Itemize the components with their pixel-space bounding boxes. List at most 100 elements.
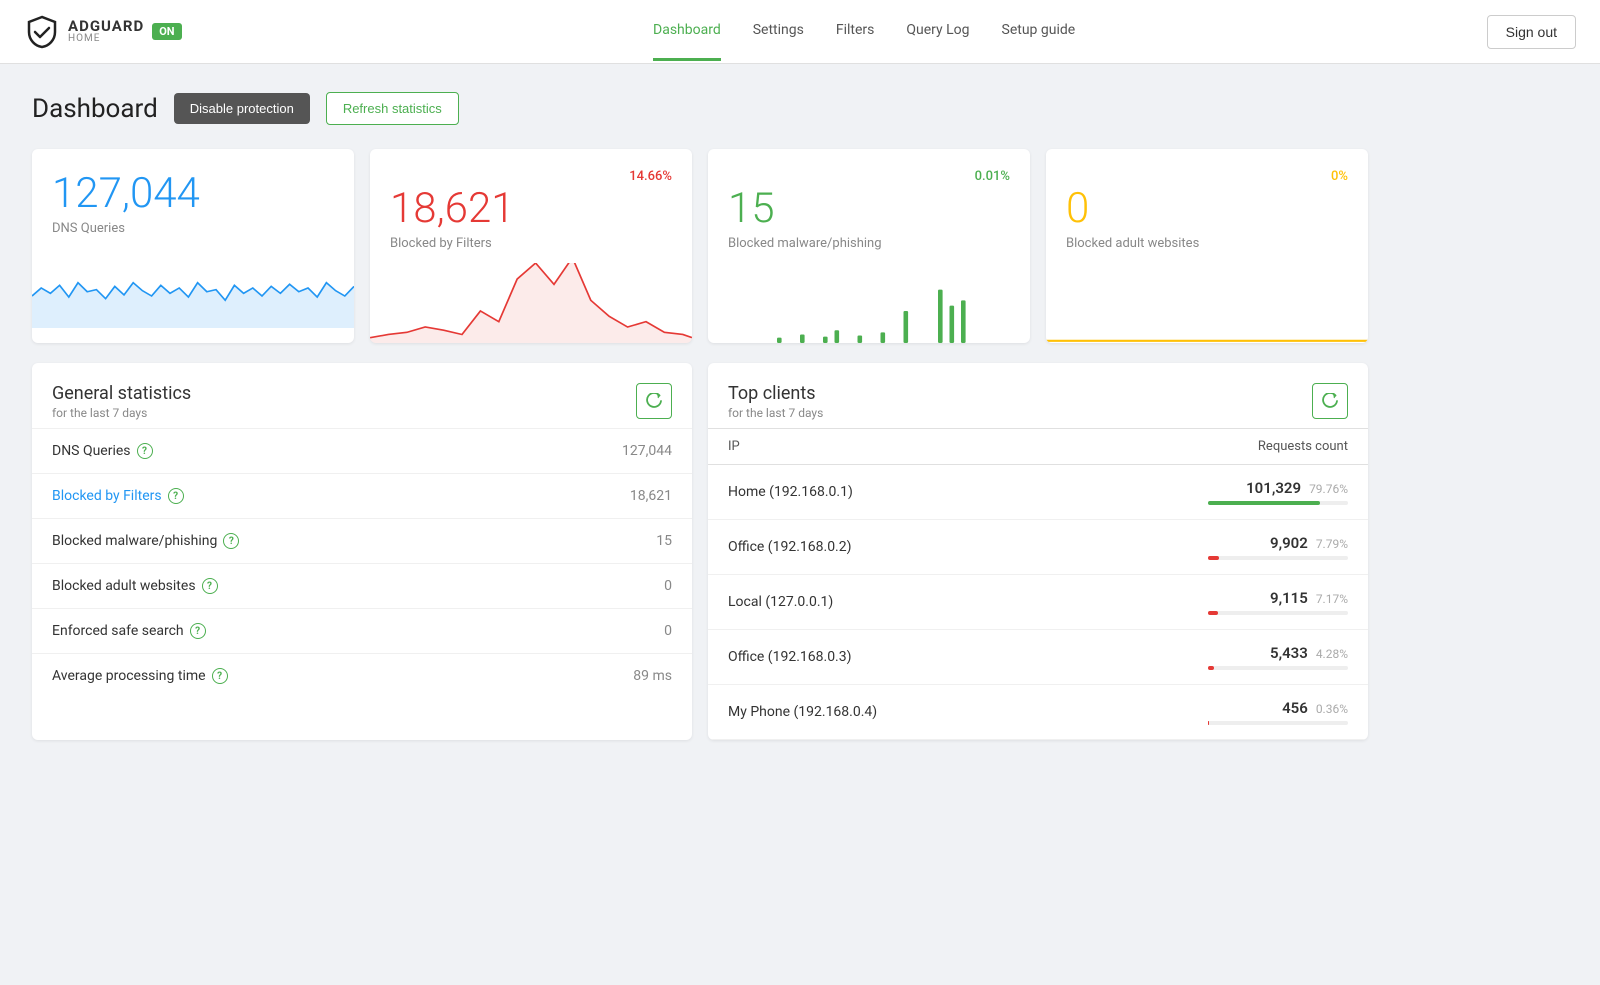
col-ip: IP	[728, 439, 1038, 454]
top-clients-subtitle: for the last 7 days	[728, 406, 823, 420]
client-bar	[1208, 556, 1219, 560]
stats-row-label: Blocked malware/phishing ?	[52, 533, 239, 549]
refresh-icon	[1322, 393, 1338, 409]
stat-percent: 0.01%	[975, 169, 1010, 184]
top-clients-header: Top clients for the last 7 days	[708, 363, 1368, 428]
page-title: Dashboard	[32, 94, 158, 124]
stats-row: Enforced safe search ? 0	[32, 608, 692, 653]
general-stats-title: General statistics	[52, 383, 191, 404]
client-name: Home (192.168.0.1)	[728, 484, 1038, 500]
stats-row-label: DNS Queries ?	[52, 443, 153, 459]
nav-filters[interactable]: Filters	[836, 2, 875, 61]
client-bar-wrap	[1208, 611, 1348, 615]
stat-card-malware: 0.01% 15 Blocked malware/phishing	[708, 149, 1030, 343]
client-row: My Phone (192.168.0.4) 456 0.36%	[708, 685, 1368, 740]
stat-chart-svg	[1046, 263, 1368, 343]
client-right: 456 0.36%	[1038, 699, 1348, 725]
stats-row-value: 0	[664, 623, 672, 639]
client-pct: 4.28%	[1316, 647, 1348, 661]
general-stats-refresh-button[interactable]	[636, 383, 672, 419]
main-content: Dashboard Disable protection Refresh sta…	[0, 64, 1400, 768]
stat-label: Blocked malware/phishing	[728, 236, 1010, 251]
client-right: 101,329 79.76%	[1038, 479, 1348, 505]
clients-table: IP Requests count Home (192.168.0.1) 101…	[708, 428, 1368, 740]
stat-chart	[32, 248, 354, 343]
stat-chart-svg	[708, 263, 1030, 343]
client-bar	[1208, 721, 1209, 725]
nav-query-log[interactable]: Query Log	[906, 2, 969, 61]
stats-row-value: 89 ms	[633, 668, 672, 684]
client-bar-wrap	[1208, 556, 1348, 560]
help-icon[interactable]: ?	[223, 533, 239, 549]
stats-row-label: Average processing time ?	[52, 668, 228, 684]
client-row: Home (192.168.0.1) 101,329 79.76%	[708, 465, 1368, 520]
top-clients-refresh-button[interactable]	[1312, 383, 1348, 419]
client-row: Office (192.168.0.3) 5,433 4.28%	[708, 630, 1368, 685]
client-right: 5,433 4.28%	[1038, 644, 1348, 670]
client-pct: 0.36%	[1316, 702, 1348, 716]
client-bar	[1208, 611, 1218, 615]
disable-protection-button[interactable]: Disable protection	[174, 93, 310, 124]
refresh-statistics-button[interactable]: Refresh statistics	[326, 92, 459, 125]
stat-card-blocked: 14.66% 18,621 Blocked by Filters	[370, 149, 692, 343]
client-bar-wrap	[1208, 501, 1348, 505]
client-name: My Phone (192.168.0.4)	[728, 704, 1038, 720]
client-count-row: 5,433 4.28%	[1270, 644, 1348, 662]
stats-row: DNS Queries ? 127,044	[32, 428, 692, 473]
help-icon[interactable]: ?	[168, 488, 184, 504]
bottom-row: General statistics for the last 7 days D…	[32, 363, 1368, 740]
refresh-icon	[646, 393, 662, 409]
stat-chart	[708, 263, 1030, 343]
help-icon[interactable]: ?	[202, 578, 218, 594]
nav-dashboard[interactable]: Dashboard	[653, 2, 721, 61]
nav-settings[interactable]: Settings	[753, 2, 804, 61]
brand-sub: HOME	[68, 34, 144, 44]
client-pct: 79.76%	[1309, 482, 1348, 496]
client-bar	[1208, 666, 1214, 670]
stat-value: 15	[728, 188, 1010, 230]
stats-table: DNS Queries ? 127,044 Blocked by Filters…	[32, 428, 692, 698]
stats-row-value: 18,621	[630, 488, 672, 504]
help-icon[interactable]: ?	[212, 668, 228, 684]
client-count: 456	[1282, 699, 1308, 717]
stats-row-value: 127,044	[622, 443, 672, 459]
brand: ADGUARD HOME ON	[24, 14, 182, 50]
stats-row-label: Blocked by Filters ?	[52, 488, 184, 504]
sign-out-button[interactable]: Sign out	[1487, 15, 1576, 49]
client-count-row: 456 0.36%	[1282, 699, 1348, 717]
protection-badge: ON	[152, 23, 181, 40]
stat-cards: 127,044 DNS Queries 14.66% 18,621 Blocke…	[32, 149, 1368, 343]
stats-row-value: 0	[664, 578, 672, 594]
stat-percent: 0%	[1331, 169, 1348, 184]
stat-chart	[370, 263, 692, 343]
client-count: 9,902	[1270, 534, 1308, 552]
top-clients-title: Top clients	[728, 383, 823, 404]
stat-label: DNS Queries	[52, 221, 334, 236]
client-name: Local (127.0.0.1)	[728, 594, 1038, 610]
stats-row-label: Blocked adult websites ?	[52, 578, 218, 594]
general-statistics-card: General statistics for the last 7 days D…	[32, 363, 692, 740]
client-right: 9,902 7.79%	[1038, 534, 1348, 560]
stat-value: 18,621	[390, 188, 672, 230]
client-name: Office (192.168.0.2)	[728, 539, 1038, 555]
stat-chart	[1046, 263, 1368, 343]
client-bar	[1208, 501, 1320, 505]
help-icon[interactable]: ?	[190, 623, 206, 639]
client-pct: 7.17%	[1316, 592, 1348, 606]
brand-name: ADGUARD	[68, 19, 144, 34]
nav-links: Dashboard Settings Filters Query Log Set…	[242, 2, 1487, 61]
client-count-row: 9,902 7.79%	[1270, 534, 1348, 552]
clients-thead: IP Requests count	[708, 428, 1368, 465]
client-count: 9,115	[1270, 589, 1308, 607]
stats-row-label: Enforced safe search ?	[52, 623, 206, 639]
client-count-row: 9,115 7.17%	[1270, 589, 1348, 607]
client-count-row: 101,329 79.76%	[1246, 479, 1348, 497]
client-bar-wrap	[1208, 721, 1348, 725]
brand-text: ADGUARD HOME	[68, 19, 144, 44]
stat-label: Blocked by Filters	[390, 236, 672, 251]
nav-setup-guide[interactable]: Setup guide	[1002, 2, 1076, 61]
clients-rows: Home (192.168.0.1) 101,329 79.76% Office…	[708, 465, 1368, 740]
stat-card-header: 0.01%	[728, 169, 1010, 184]
help-icon[interactable]: ?	[137, 443, 153, 459]
general-stats-subtitle: for the last 7 days	[52, 406, 191, 420]
